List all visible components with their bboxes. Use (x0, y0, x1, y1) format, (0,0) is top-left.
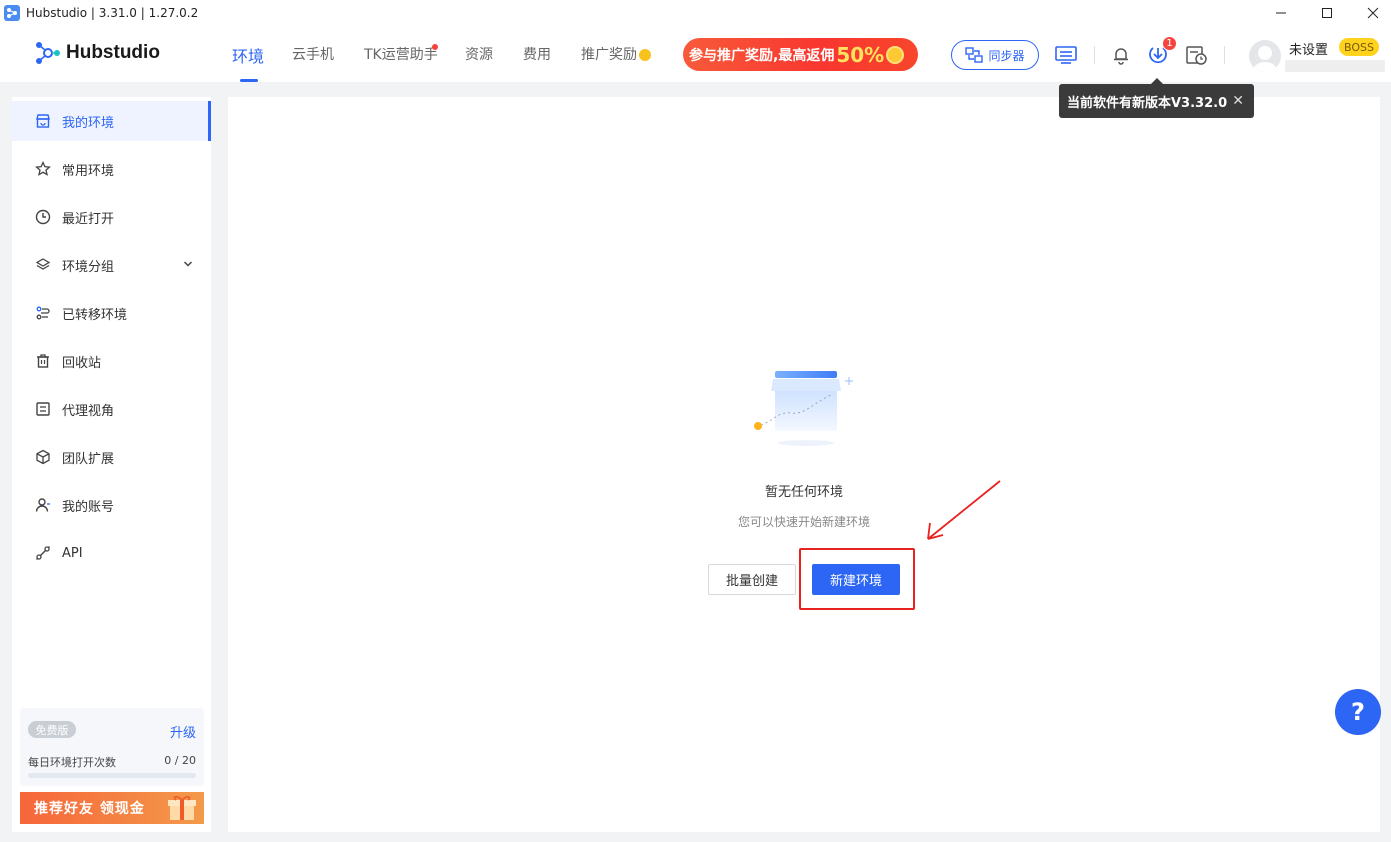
nav-tk-assistant[interactable]: TK运营助手 (364, 44, 438, 64)
sidebar-item-favorite-environments[interactable]: 常用环境 (12, 149, 211, 189)
sidebar-item-label: 我的环境 (62, 115, 115, 131)
sidebar-item-label: API (62, 545, 83, 561)
sidebar-item-recently-opened[interactable]: 最近打开 (12, 197, 211, 237)
plan-panel: 免费版 升级 每日环境打开次数 0 / 20 (20, 708, 204, 786)
header-divider (1224, 46, 1225, 64)
nav-fees[interactable]: 费用 (523, 44, 551, 64)
nav-cloud-phone[interactable]: 云手机 (292, 44, 334, 64)
hub-logo-icon (36, 42, 60, 64)
sidebar-item-label: 已转移环境 (62, 307, 128, 323)
store-icon (35, 113, 51, 129)
sidebar-item-label: 常用环境 (62, 163, 115, 179)
gift-box-icon (168, 796, 196, 820)
update-tooltip: 当前软件有新版本V3.32.0 ✕ (1059, 78, 1254, 118)
transfer-icon (35, 305, 51, 321)
empty-state-title: 暂无任何环境 (764, 485, 843, 500)
user-id-blurred (1285, 60, 1385, 72)
star-icon (35, 161, 51, 177)
monitor-icon[interactable] (1054, 43, 1078, 67)
coin-icon (886, 45, 905, 64)
boss-badge: BOSS (1339, 38, 1379, 56)
cube-icon (35, 449, 51, 465)
promo-banner[interactable]: 参与推广奖励,最高返佣 50% (683, 38, 918, 71)
sidebar-item-environment-groups[interactable]: 环境分组 (12, 245, 211, 285)
synchronizer-button[interactable]: 同步器 (951, 40, 1039, 70)
nav-environment[interactable]: 环境 (232, 43, 264, 67)
sidebar-item-label: 团队扩展 (62, 451, 115, 467)
nav-rewards-label: 推广奖励 (581, 47, 637, 63)
referral-banner[interactable]: 推荐好友 领现金 (20, 792, 204, 824)
sidebar-item-label: 我的账号 (62, 499, 115, 515)
new-environment-button[interactable]: 新建环境 (812, 564, 900, 595)
update-tooltip-text[interactable]: 当前软件有新版本V3.32.0 (1067, 92, 1227, 111)
sidebar-item-my-account[interactable]: 我的账号 (12, 485, 211, 525)
user-name[interactable]: 未设置 (1289, 39, 1328, 58)
annotation-arrow-icon (927, 480, 1001, 540)
clock-icon (35, 209, 51, 225)
app-logo-icon (4, 5, 20, 21)
nav-active-indicator (240, 79, 258, 82)
help-button[interactable]: ? (1335, 689, 1381, 735)
batch-create-button[interactable]: 批量创建 (708, 564, 796, 595)
sidebar-item-label: 代理视角 (62, 403, 115, 419)
free-plan-badge: 免费版 (28, 721, 76, 738)
sidebar-item-label: 最近打开 (62, 211, 115, 227)
main-content: 暂无任何环境 您可以快速开始新建环境 批量创建 新建环境 (228, 97, 1380, 832)
sidebar-item-proxy-view[interactable]: 代理视角 (12, 389, 211, 429)
sidebar-item-my-environments[interactable]: 我的环境 (12, 101, 211, 141)
daily-open-count-value: 0 / 20 (164, 754, 196, 767)
trash-icon (35, 353, 51, 369)
empty-state-subtitle: 您可以快速开始新建环境 (737, 515, 870, 529)
sync-label: 同步器 (988, 48, 1025, 63)
sidebar-item-transferred-environments[interactable]: 已转移环境 (12, 293, 211, 333)
daily-open-count-label: 每日环境打开次数 (28, 756, 116, 769)
user-icon (35, 497, 51, 513)
referral-text: 推荐好友 领现金 (34, 801, 145, 817)
api-icon (35, 545, 51, 561)
proxy-icon (35, 401, 51, 417)
sidebar-item-label: 环境分组 (62, 259, 115, 275)
schedule-icon[interactable] (1185, 43, 1209, 67)
sidebar-item-label: 回收站 (62, 355, 102, 371)
layers-icon (35, 257, 51, 273)
new-indicator-dot (432, 44, 438, 50)
promo-text: 参与推广奖励,最高返佣 (689, 47, 835, 64)
nav-rewards[interactable]: 推广奖励 (581, 44, 651, 64)
title-bar: Hubstudio | 3.31.0 | 1.27.0.2 (0, 0, 1391, 26)
sidebar-item-api[interactable]: API (12, 533, 211, 573)
header-divider (1094, 46, 1095, 64)
top-header: Hubstudio 环境 云手机 TK运营助手 资源 费用 推广奖励 参与推广奖… (0, 26, 1391, 82)
nav-resources[interactable]: 资源 (465, 44, 493, 64)
brand-logo[interactable]: Hubstudio (34, 40, 160, 66)
minimize-button[interactable] (1258, 0, 1304, 26)
promo-percent: 50% (836, 42, 885, 67)
chevron-down-icon[interactable] (183, 259, 193, 269)
logo-text: Hubstudio (66, 42, 160, 63)
upgrade-link[interactable]: 升级 (170, 722, 196, 741)
sidebar-item-recycle-bin[interactable]: 回收站 (12, 341, 211, 381)
sync-icon (965, 47, 984, 63)
avatar[interactable] (1249, 40, 1281, 72)
empty-store-illustration (754, 371, 853, 446)
update-count-badge: 1 (1162, 36, 1177, 51)
maximize-button[interactable] (1304, 0, 1350, 26)
window-title: Hubstudio | 3.31.0 | 1.27.0.2 (26, 6, 199, 20)
sidebar: 我的环境 常用环境 最近打开 环境分组 已转移环境 回收站 代理视角 团队扩展 … (12, 97, 211, 832)
bell-icon[interactable] (1109, 43, 1133, 67)
usage-progress-bar (28, 773, 196, 778)
sidebar-item-team-expansion[interactable]: 团队扩展 (12, 437, 211, 477)
close-button[interactable] (1350, 0, 1391, 26)
close-icon[interactable]: ✕ (1232, 93, 1244, 109)
coin-icon (639, 49, 651, 61)
